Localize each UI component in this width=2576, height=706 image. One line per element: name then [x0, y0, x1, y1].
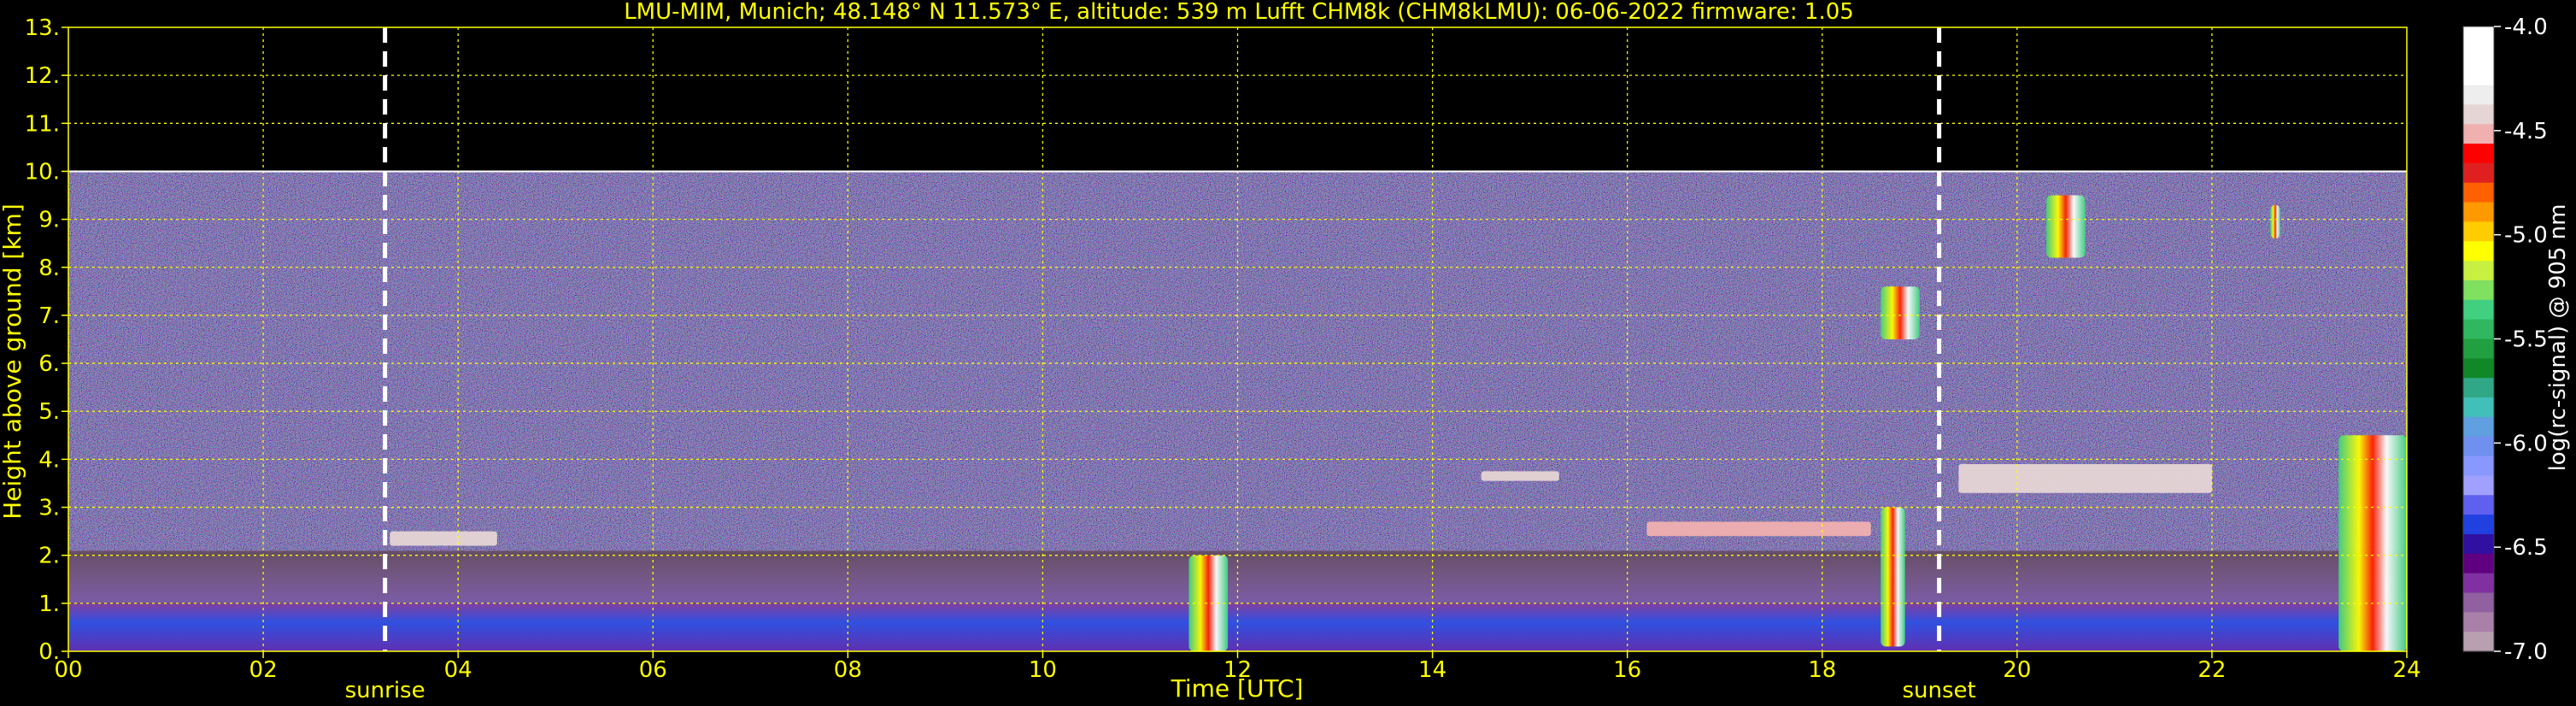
colorbar-tick-label: -5.5 [2504, 327, 2548, 353]
colorbar-segment [2463, 261, 2494, 281]
y-tick-label: 13. [25, 15, 60, 41]
colorbar-segment [2463, 495, 2494, 515]
colorbar-segment [2463, 553, 2494, 574]
colorbar-tick-label: -4.5 [2504, 119, 2548, 144]
colorbar-segment [2463, 397, 2494, 418]
colorbar-segment [2463, 592, 2494, 613]
cloud-feature [1646, 521, 1871, 537]
x-tick-label: 04 [444, 657, 472, 683]
cloud-feature [2338, 435, 2407, 651]
y-tick-label: 4. [38, 447, 60, 473]
y-tick-label: 1. [38, 591, 60, 617]
colorbar-segment [2463, 436, 2494, 457]
x-tick-label: 14 [1418, 657, 1446, 683]
cloud-feature [1881, 286, 1920, 339]
y-tick-label: 2. [38, 544, 60, 569]
colorbar-tick-label: -6.0 [2504, 431, 2548, 456]
x-tick-label: 16 [1613, 657, 1641, 683]
x-tick-label: 24 [2392, 657, 2421, 683]
colorbar-segment [2463, 241, 2494, 262]
colorbar-segment [2463, 416, 2494, 438]
colorbar-segment [2463, 202, 2494, 223]
sunset-label: sunset [1902, 678, 1975, 703]
colorbar-segment [2463, 533, 2494, 555]
y-tick-label: 12. [25, 63, 60, 89]
colorbar-tick-label: -7.0 [2504, 639, 2548, 665]
x-tick-label: 02 [249, 657, 278, 683]
colorbar-segment [2463, 319, 2494, 340]
x-tick-label: 10 [1029, 657, 1057, 683]
colorbar-segment [2463, 45, 2494, 67]
colorbar-label: log(rc-signal) @ 905 nm [2545, 204, 2571, 472]
colorbar-segment [2463, 573, 2494, 594]
colorbar-segment [2463, 612, 2494, 632]
colorbar-segment [2463, 378, 2494, 398]
colorbar-tick-label: -6.5 [2504, 535, 2548, 561]
colorbar-tick-label: -4.0 [2504, 15, 2548, 40]
cloud-feature [2270, 204, 2280, 239]
ceilometer-chart: LMU-MIM, Munich; 48.148° N 11.573° E, al… [0, 0, 2571, 703]
colorbar-segment [2463, 124, 2494, 144]
colorbar-segment [2463, 182, 2494, 203]
colorbar-segment [2463, 221, 2494, 242]
x-tick-label: 22 [2198, 657, 2226, 683]
x-tick-label: 18 [1808, 657, 1836, 683]
colorbar: -4.0 -4.5 -5.0 -5.5 -6.0 -6.5 -7.0 [2462, 15, 2548, 665]
chart-title: LMU-MIM, Munich; 48.148° N 11.573° E, al… [624, 0, 1854, 25]
colorbar-segment [2463, 456, 2494, 477]
y-axis-label: Height above ground [km] [0, 203, 26, 520]
colorbar-segment [2463, 162, 2494, 184]
colorbar-segment [2463, 338, 2494, 359]
sunrise-label: sunrise [345, 678, 425, 703]
plot-area: sunrise sunset [67, 26, 2408, 703]
colorbar-segment [2463, 104, 2494, 125]
y-tick-label: 0. [38, 639, 60, 665]
colorbar-segment [2463, 515, 2494, 535]
cloud-feature [2046, 195, 2086, 258]
colorbar-segment [2463, 299, 2494, 321]
y-tick-label: 10. [25, 159, 60, 185]
x-tick-label: 08 [834, 657, 862, 683]
residual-layer [68, 550, 2407, 603]
colorbar-segment [2463, 65, 2494, 86]
y-tick-label: 7. [38, 303, 60, 329]
y-tick-label: 6. [38, 351, 60, 377]
colorbar-segment [2463, 144, 2494, 164]
y-tick-label: 3. [38, 496, 60, 521]
y-axis-ticks: 0. 1. 2. 3. 4. 5. 6. 7. 8. 9. 10. 11. 12. 13. [25, 15, 68, 665]
cloud-feature [1481, 471, 1559, 481]
colorbar-segment [2463, 632, 2494, 652]
colorbar-segment [2463, 475, 2494, 496]
x-tick-label: 06 [639, 657, 667, 683]
x-axis-label: Time [UTC] [1171, 674, 1304, 703]
y-tick-label: 11. [25, 111, 60, 137]
colorbar-segment [2463, 85, 2494, 105]
cloud-feature [390, 531, 497, 546]
colorbar-segment [2463, 358, 2494, 379]
cloud-feature [1958, 464, 2212, 493]
cloud-feature [1881, 507, 1905, 647]
colorbar-segment [2463, 279, 2494, 301]
colorbar-tick-label: -5.0 [2504, 223, 2548, 249]
colorbar-segment [2463, 26, 2494, 47]
x-tick-label: 20 [2003, 657, 2031, 683]
y-tick-label: 8. [38, 256, 60, 281]
y-tick-label: 5. [38, 399, 60, 425]
y-tick-label: 9. [38, 208, 60, 233]
